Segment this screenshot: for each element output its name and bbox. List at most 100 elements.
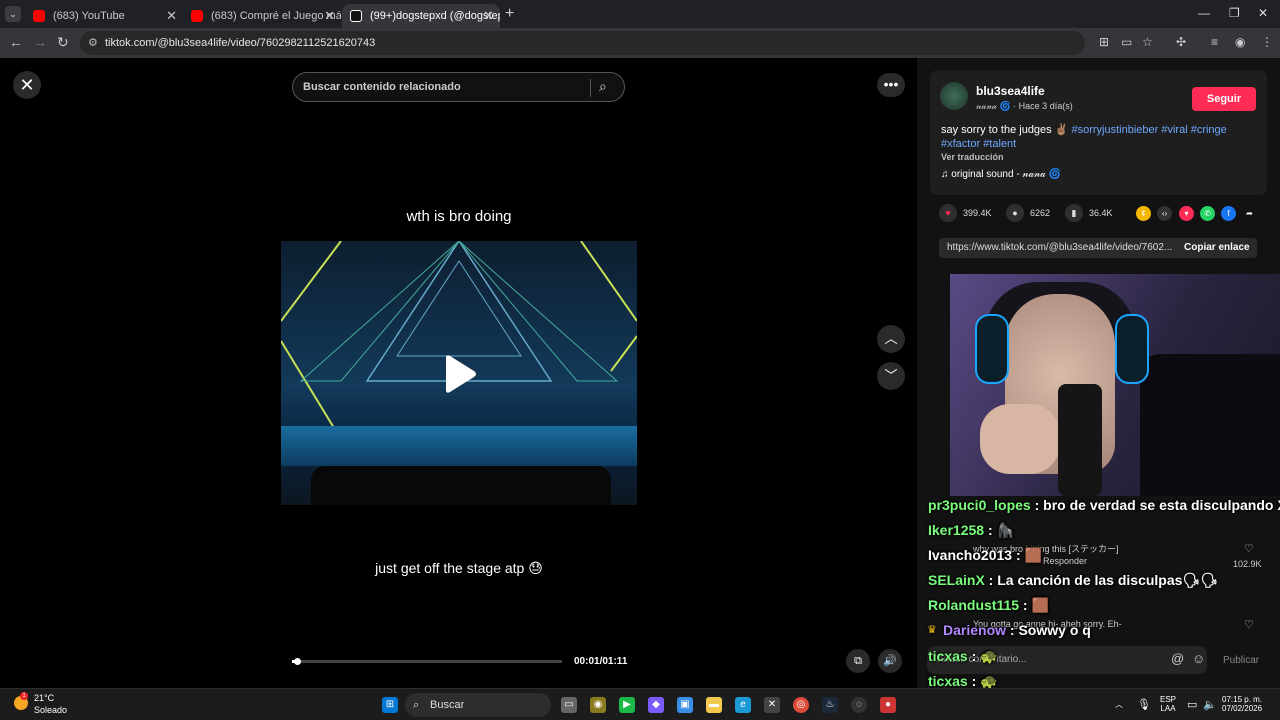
- store-icon[interactable]: ▣: [677, 697, 693, 713]
- save-button[interactable]: ▮ 36.4K: [1065, 204, 1113, 222]
- app-icon[interactable]: ◌: [851, 697, 867, 713]
- comment-like-icon[interactable]: ♡: [1244, 618, 1254, 631]
- tab-youtube[interactable]: (683) YouTube ✕: [25, 4, 183, 28]
- video-player[interactable]: Buscar contenido relacionado ⌕ wth is br…: [281, 58, 637, 688]
- chat-username: pr3puci0_lopes: [928, 497, 1031, 513]
- video-time: 00:01/01:11: [574, 656, 628, 667]
- embed-icon[interactable]: ‹›: [1157, 206, 1172, 221]
- volume-icon[interactable]: 🔊: [878, 649, 902, 673]
- browser-toolbar: ← → ↻ ⚙ tiktok.com/@blu3sea4life/video/7…: [0, 28, 1280, 58]
- comment-button[interactable]: ● 6262: [1006, 204, 1050, 222]
- facebook-icon[interactable]: f: [1221, 206, 1236, 221]
- more-options-icon[interactable]: •••: [877, 73, 905, 97]
- tab-search-icon[interactable]: ⌄: [5, 6, 21, 22]
- chat-separator: :: [1019, 597, 1032, 613]
- comment-like-icon[interactable]: ♡: [1244, 542, 1254, 555]
- clock[interactable]: 07:15 p. m. 07/02/2026: [1222, 695, 1262, 713]
- microphone: [1058, 384, 1102, 496]
- webcam-overlay: [950, 274, 1280, 496]
- microphone-icon[interactable]: 🎙: [1137, 698, 1151, 711]
- post-info-card: blu3sea4life 𝓃𝒶𝓃𝒶 🌀 · Hace 3 día(s) Segu…: [930, 70, 1267, 195]
- emoji-icon[interactable]: ☺: [1192, 651, 1205, 666]
- sound-label: original sound - 𝓃𝒶𝓃𝒶 🌀: [951, 169, 1061, 180]
- reload-icon[interactable]: ↻: [57, 34, 69, 51]
- crown-badge-icon: ♛: [927, 624, 937, 636]
- play-icon[interactable]: [438, 354, 478, 394]
- taskbar-search[interactable]: ⌕ Buscar: [405, 693, 551, 717]
- back-icon[interactable]: ←: [9, 34, 23, 50]
- app-icon[interactable]: ▶: [619, 697, 635, 713]
- volume-icon[interactable]: 🔈: [1203, 698, 1217, 711]
- tab-tiktok[interactable]: (99+)dogstepxd (@dogstepxd) ✕: [342, 4, 500, 28]
- avatar[interactable]: [940, 82, 968, 110]
- close-tab-icon[interactable]: ✕: [324, 8, 335, 24]
- previous-video-icon[interactable]: ︿: [877, 325, 905, 353]
- close-video-button[interactable]: ✕: [13, 71, 41, 99]
- copy-link-button[interactable]: Copiar enlace: [1184, 242, 1250, 253]
- profile-icon[interactable]: ◉: [1235, 35, 1245, 49]
- cast-icon[interactable]: ▭: [1121, 35, 1132, 49]
- close-tab-icon[interactable]: ✕: [166, 8, 177, 24]
- network-icon[interactable]: ▭: [1187, 698, 1197, 711]
- menu-icon[interactable]: ⋮: [1261, 35, 1273, 49]
- date: 07/02/2026: [1222, 704, 1263, 713]
- translate-icon[interactable]: ⊞: [1099, 35, 1109, 49]
- new-tab-icon[interactable]: +: [505, 5, 514, 23]
- publish-button[interactable]: Publicar: [1223, 655, 1259, 666]
- steam-icon[interactable]: ♨: [822, 697, 838, 713]
- app-icon[interactable]: ●: [880, 697, 896, 713]
- media-control-icon[interactable]: ≡: [1211, 35, 1218, 49]
- extensions-icon[interactable]: ✣: [1176, 35, 1186, 49]
- chrome-icon[interactable]: ◎: [793, 697, 809, 713]
- app-icon[interactable]: ◉: [590, 697, 606, 713]
- task-view-icon[interactable]: ▭: [561, 697, 577, 713]
- sound-row[interactable]: ♫ original sound - 𝓃𝒶𝓃𝒶 🌀: [941, 169, 1061, 180]
- music-note-icon: ♫: [941, 169, 952, 180]
- video-frame[interactable]: [281, 241, 637, 505]
- next-video-icon[interactable]: ﹀: [877, 362, 905, 390]
- bookmark-star-icon[interactable]: ☆: [1142, 35, 1153, 49]
- address-bar[interactable]: ⚙ tiktok.com/@blu3sea4life/video/7602982…: [80, 31, 1085, 55]
- minimize-icon[interactable]: —: [1198, 6, 1210, 20]
- video-progress-bar[interactable]: [292, 658, 562, 665]
- share-icon[interactable]: ➦: [1242, 206, 1257, 221]
- tab-youtube-video[interactable]: (683) Compré el Juego más BA ✕: [183, 4, 341, 28]
- post-subline: 𝓃𝒶𝓃𝒶 🌀 · Hace 3 día(s): [976, 101, 1073, 111]
- app-icon[interactable]: ◆: [648, 697, 664, 713]
- description-text: say sorry to the judges ✌🏽: [941, 124, 1069, 136]
- chat-username: SELainX: [928, 572, 985, 588]
- chat-separator: :: [1012, 547, 1025, 563]
- reply-link[interactable]: Responder: [1043, 556, 1087, 566]
- post-username[interactable]: blu3sea4life: [976, 84, 1045, 98]
- coin-icon[interactable]: ¢: [1136, 206, 1151, 221]
- like-button[interactable]: ♥ 399.4K: [939, 204, 992, 222]
- close-tab-icon[interactable]: ✕: [483, 8, 494, 24]
- site-info-icon[interactable]: ⚙: [88, 31, 98, 55]
- repost-icon[interactable]: ▾: [1179, 206, 1194, 221]
- translate-link[interactable]: Ver traducción: [941, 152, 1004, 162]
- tab-title: (99+)dogstepxd (@dogstepxd): [370, 10, 500, 22]
- follow-button[interactable]: Seguir: [1192, 87, 1256, 111]
- search-icon: ⌕: [413, 699, 420, 711]
- chat-separator: :: [1030, 497, 1044, 513]
- forward-icon[interactable]: →: [33, 34, 47, 50]
- search-icon[interactable]: ⌕: [599, 78, 607, 95]
- edge-icon[interactable]: e: [735, 697, 751, 713]
- mention-icon[interactable]: @: [1171, 651, 1184, 666]
- chat-separator: :: [984, 522, 997, 538]
- maximize-icon[interactable]: ❐: [1229, 6, 1240, 20]
- close-window-icon[interactable]: ✕: [1258, 6, 1268, 20]
- floating-player-icon[interactable]: ⧉: [846, 649, 870, 673]
- related-search-input[interactable]: Buscar contenido relacionado ⌕: [292, 72, 625, 102]
- app-icon[interactable]: ✕: [764, 697, 780, 713]
- whatsapp-icon[interactable]: ✆: [1200, 206, 1215, 221]
- progress-handle[interactable]: [294, 658, 302, 665]
- language-indicator[interactable]: ESP LAA: [1160, 695, 1176, 713]
- folder-icon[interactable]: ▬: [706, 697, 722, 713]
- url-text: tiktok.com/@blu3sea4life/video/760298211…: [105, 37, 376, 49]
- chat-message: ticxas : 🐢: [928, 648, 998, 665]
- windows-start-icon[interactable]: ⊞: [382, 697, 398, 713]
- share-link[interactable]: https://www.tiktok.com/@blu3sea4life/vid…: [947, 242, 1177, 253]
- show-hidden-icons[interactable]: ︿: [1115, 699, 1123, 710]
- video-caption-bottom: just get off the stage atp 😓: [375, 560, 543, 576]
